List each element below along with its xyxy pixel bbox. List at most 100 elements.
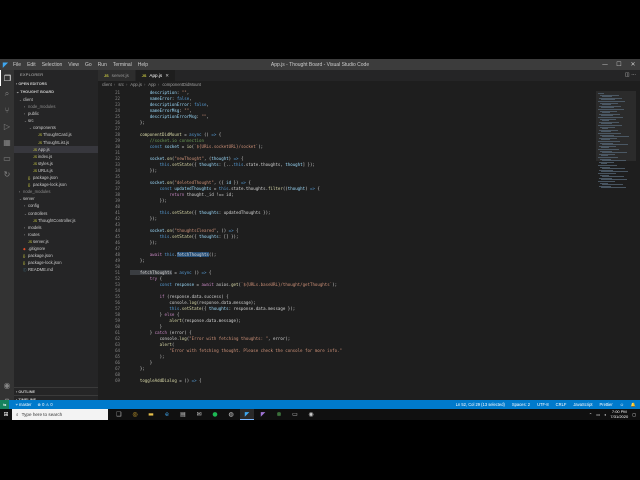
code-token: {	[157, 276, 163, 281]
xbox-icon[interactable]: ⊗	[272, 409, 286, 420]
volume-icon[interactable]: ◖	[604, 412, 606, 417]
tree-item[interactable]: › public	[14, 110, 98, 117]
minimap[interactable]	[596, 89, 640, 411]
language-mode[interactable]: JavaScript	[573, 402, 592, 408]
open-editors-section[interactable]: › OPEN EDITORS	[14, 80, 98, 88]
breadcrumb-item[interactable]: src	[118, 82, 124, 87]
explorer-icon[interactable]: ❐	[0, 70, 14, 86]
menu-selection[interactable]: Selection	[42, 62, 63, 68]
tree-item[interactable]: ⓘ README.md	[14, 266, 98, 273]
tree-item[interactable]: ⌄src	[14, 117, 98, 124]
code-editor[interactable]: 21 description: "", 22 nameError: false, 2…	[98, 90, 598, 411]
menu-go[interactable]: Go	[85, 62, 92, 68]
run-debug-icon[interactable]: ▷	[0, 118, 14, 134]
feedback-icon[interactable]: ☺	[620, 402, 624, 408]
terminal-icon[interactable]: ▭	[288, 409, 302, 420]
remote-explorer-icon[interactable]: ▭	[0, 150, 14, 166]
menu-edit[interactable]: Edit	[27, 62, 36, 68]
tree-item[interactable]: JSThoughtCard.js	[14, 131, 98, 138]
file-explorer-icon[interactable]: ▬	[144, 409, 158, 420]
search-icon[interactable]: ⌕	[0, 86, 14, 102]
notifications-bell-icon[interactable]: 🔔	[631, 402, 636, 408]
menu-run[interactable]: Run	[98, 62, 107, 68]
close-tab-icon[interactable]: ✕	[165, 73, 169, 79]
edge-icon[interactable]: e	[160, 409, 174, 420]
tree-item[interactable]: › config	[14, 202, 98, 209]
clock[interactable]: 7:00 PM 7/31/2020	[610, 409, 628, 419]
steam-icon[interactable]: ◍	[224, 409, 238, 420]
tree-item[interactable]: JSURLs.js	[14, 167, 98, 174]
breadcrumb-item[interactable]: client	[102, 82, 112, 87]
outline-section[interactable]: › OUTLINE	[14, 387, 98, 395]
code-token: this	[130, 306, 180, 311]
problems-indicator[interactable]: ⊗ 0 ⚠ 0	[38, 402, 53, 407]
maximize-button[interactable]: ☐	[612, 59, 626, 70]
extensions-icon[interactable]: ▦	[0, 134, 14, 150]
code-token: fetchThoughts	[176, 252, 209, 257]
breadcrumb-item[interactable]: componentDidMount	[162, 82, 201, 87]
code-token: get	[231, 282, 239, 287]
chrome-icon[interactable]: ◎	[128, 409, 142, 420]
obs-icon[interactable]: ◉	[304, 409, 318, 420]
network-icon[interactable]: ▭	[596, 412, 600, 417]
code-token: );	[130, 354, 165, 359]
tree-item[interactable]: › routes	[14, 231, 98, 238]
tree-item[interactable]: › models	[14, 224, 98, 231]
tree-item[interactable]: ⌄server	[14, 195, 98, 202]
windows-start-icon[interactable]: ⊞	[0, 409, 12, 420]
source-control-icon[interactable]: ⑂	[0, 102, 14, 118]
task-view-icon[interactable]: ❑	[112, 409, 126, 420]
tab-app-js[interactable]: JS App.js ✕	[135, 70, 176, 81]
code-token: this	[130, 234, 170, 239]
tray-chevron-up-icon[interactable]: ⌃	[589, 412, 592, 417]
code-token: nameErrorMsg	[130, 108, 180, 113]
remote-indicator-icon[interactable]: ⇆	[0, 400, 10, 409]
tree-item[interactable]: JSstyles.js	[14, 160, 98, 167]
tree-item[interactable]: JSserver.js	[14, 238, 98, 245]
minimize-button[interactable]: —	[598, 59, 612, 70]
tree-item[interactable]: {} package.json	[14, 252, 98, 259]
close-button[interactable]: ✕	[626, 59, 640, 70]
menu-file[interactable]: File	[13, 62, 21, 68]
tree-item[interactable]: {} package-lock.json	[14, 181, 98, 188]
minimap-line	[601, 187, 626, 189]
encoding[interactable]: UTF-8	[537, 402, 549, 408]
spotify-icon[interactable]: ●	[208, 409, 222, 420]
store-icon[interactable]: ▤	[176, 409, 190, 420]
more-actions-icon[interactable]: ···	[631, 72, 636, 78]
project-section[interactable]: ⌄ THOUGHT BOARD	[14, 88, 98, 96]
breadcrumb-item[interactable]: App	[148, 82, 155, 87]
branch-indicator[interactable]: ⑂ master	[15, 402, 31, 407]
cursor-position[interactable]: Ln 52, Col 29 (13 selected)	[456, 402, 505, 408]
prettier-status[interactable]: Prettier	[600, 402, 613, 408]
tree-item[interactable]: ◆ .gitignore	[14, 245, 98, 252]
tab-server-js[interactable]: JS server.js	[98, 70, 136, 81]
tree-item[interactable]: JSApp.js	[14, 145, 98, 153]
line-ending[interactable]: CRLF	[556, 402, 567, 408]
mail-icon[interactable]: ✉	[192, 409, 206, 420]
visual-studio-icon[interactable]: ◤	[256, 409, 270, 420]
vscode-taskbar-icon[interactable]: ◤	[240, 409, 254, 420]
breadcrumb-item[interactable]: App.js	[130, 82, 142, 87]
menu-terminal[interactable]: Terminal	[113, 62, 132, 68]
tree-item[interactable]: {} package.json	[14, 174, 98, 181]
tree-item[interactable]: › node_modules	[14, 103, 98, 110]
code-token: catch	[154, 330, 167, 335]
split-editor-icon[interactable]: ◫	[625, 72, 630, 78]
tree-item[interactable]: ⌄client	[14, 96, 98, 103]
taskbar-search[interactable]: ⌕ Type here to search	[12, 409, 108, 420]
tree-item[interactable]: JSindex.js	[14, 153, 98, 160]
tree-item[interactable]: › node_modules	[14, 188, 98, 195]
tree-item[interactable]: JSThoughtController.js	[14, 217, 98, 224]
tree-item[interactable]: ⌄controllers	[14, 210, 98, 217]
account-icon[interactable]: ◉	[0, 377, 14, 393]
menu-view[interactable]: View	[68, 62, 79, 68]
tree-item[interactable]: {} package-lock.json	[14, 259, 98, 266]
notification-center-icon[interactable]: ▢	[632, 412, 636, 417]
menu-help[interactable]: Help	[138, 62, 148, 68]
tree-item[interactable]: JSThoughtList.js	[14, 139, 98, 146]
indentation[interactable]: Spaces: 2	[512, 402, 530, 408]
tree-item[interactable]: ⌄components	[14, 124, 98, 131]
live-share-icon[interactable]: ↻	[0, 166, 14, 182]
code-token: .state.thoughts.	[228, 186, 269, 191]
